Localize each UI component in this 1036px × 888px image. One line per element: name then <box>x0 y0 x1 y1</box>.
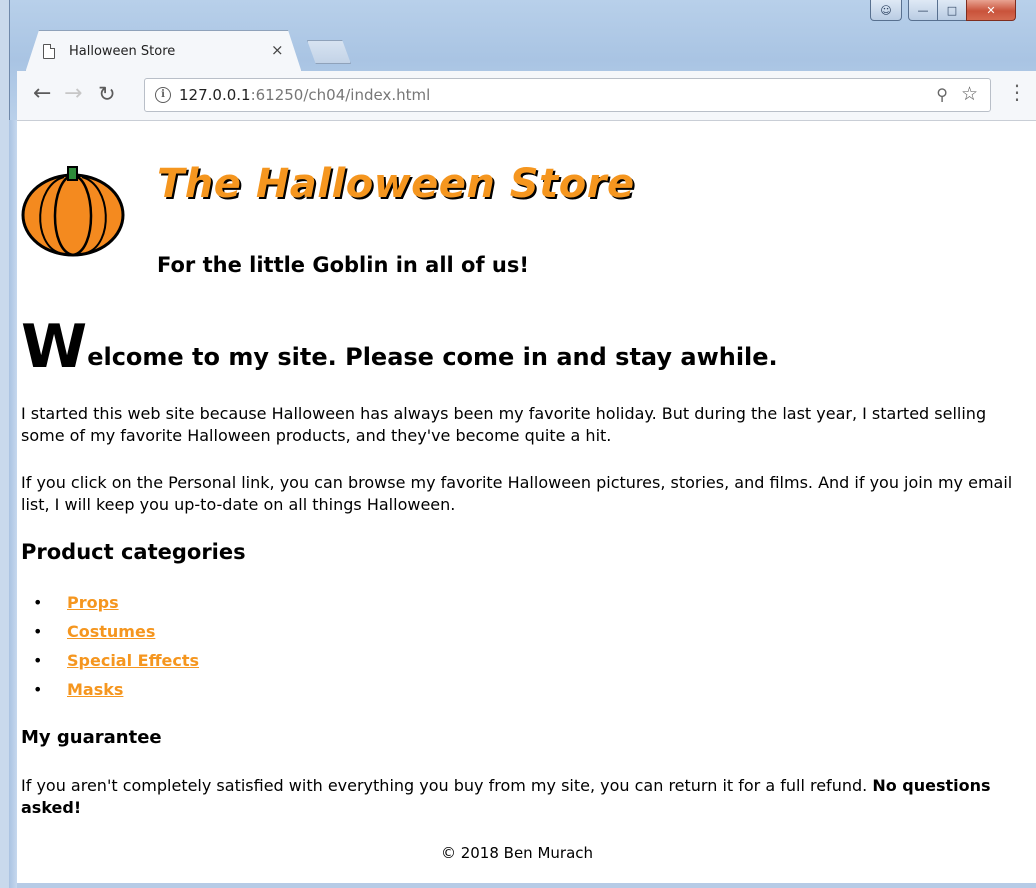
category-list: • Props • Costumes • Special Effects • Masks <box>21 588 199 704</box>
tab-title: Halloween Store <box>69 43 176 59</box>
window-frame-bottom <box>17 883 1036 888</box>
intro-paragraph: I started this web site because Hallowee… <box>21 404 987 445</box>
list-item: • Masks <box>21 675 199 704</box>
categories-heading: Product categories <box>21 540 246 564</box>
category-link-masks[interactable]: Masks <box>67 680 123 699</box>
forward-arrow-icon[interactable]: → <box>64 83 82 105</box>
close-window-button[interactable]: ✕ <box>966 0 1016 21</box>
tab-close-button[interactable]: × <box>271 41 284 59</box>
reload-icon[interactable]: ↻ <box>98 83 116 105</box>
page-viewport: The Halloween Store For the little Gobli… <box>17 121 1036 883</box>
guarantee-paragraph: If you aren't completely satisfied with … <box>21 775 1021 819</box>
user-profile-button[interactable]: ☺ <box>870 0 902 21</box>
personal-paragraph: If you click on the Personal link, you c… <box>21 473 1013 514</box>
star-icon[interactable]: ☆ <box>961 83 978 105</box>
address-bar[interactable]: i 127.0.0.1:61250/ch04/index.html ⚲ ☆ <box>144 78 991 112</box>
url-text[interactable]: 127.0.0.1:61250/ch04/index.html <box>179 86 430 104</box>
url-path: :61250/ch04/index.html <box>250 86 431 104</box>
document-icon <box>43 43 55 59</box>
maximize-icon: □ <box>946 3 958 17</box>
welcome-text: elcome to my site. Please come in and st… <box>87 343 778 371</box>
bullet-icon: • <box>33 651 43 670</box>
kebab-menu-icon[interactable]: ⋮ <box>1007 82 1027 102</box>
window-frame-left <box>9 120 17 888</box>
welcome-dropcap: W <box>21 312 88 382</box>
zoom-icon[interactable]: ⚲ <box>936 85 948 104</box>
tab-content: Halloween Store × <box>43 36 293 66</box>
bullet-icon: • <box>33 680 43 699</box>
user-icon: ☺ <box>880 3 892 17</box>
list-item: • Costumes <box>21 617 199 646</box>
list-item: • Props <box>21 588 199 617</box>
url-host: 127.0.0.1 <box>179 86 251 104</box>
welcome-heading: Welcome to my site. Please come in and s… <box>21 317 778 377</box>
bullet-icon: • <box>33 593 43 612</box>
page-footer: © 2018 Ben Murach <box>440 844 594 862</box>
back-arrow-icon[interactable]: ← <box>33 83 51 105</box>
browser-toolbar: ← → ↻ i 127.0.0.1:61250/ch04/index.html … <box>17 71 1036 121</box>
category-link-costumes[interactable]: Costumes <box>67 622 155 641</box>
minimize-icon: — <box>917 3 929 17</box>
minimize-button[interactable]: — <box>908 0 938 21</box>
guarantee-heading: My guarantee <box>21 727 162 748</box>
tagline: For the little Goblin in all of us! <box>157 253 529 277</box>
guarantee-text: If you aren't completely satisfied with … <box>21 776 868 795</box>
info-icon[interactable]: i <box>155 87 171 103</box>
maximize-button[interactable]: □ <box>937 0 967 21</box>
pumpkin-logo-icon <box>21 166 125 257</box>
category-link-props[interactable]: Props <box>67 593 119 612</box>
category-link-special-effects[interactable]: Special Effects <box>67 651 199 670</box>
list-item: • Special Effects <box>21 646 199 675</box>
site-title: The Halloween Store <box>157 161 635 207</box>
close-icon: ✕ <box>986 3 996 17</box>
bullet-icon: • <box>33 622 43 641</box>
